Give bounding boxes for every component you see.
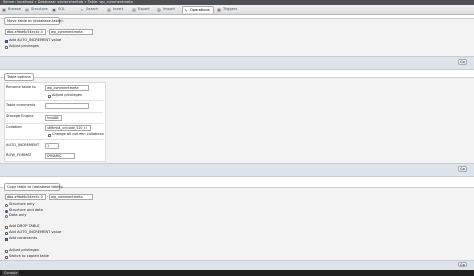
insert-icon: ▥ (107, 6, 111, 12)
tab-browse[interactable]: ▦ Browse (1, 6, 23, 13)
change-all-collations-label: Change all column collations (52, 132, 104, 136)
data-only-radio[interactable] (5, 215, 8, 218)
move-footer (0, 56, 474, 70)
console-toggle[interactable]: Console (2, 270, 20, 276)
tab-sql[interactable]: ▣ SQL (51, 6, 68, 13)
tab-triggers[interactable]: ▩ Triggers (216, 6, 241, 13)
copy-auto-increment-label: Add AUTO_INCREMENT value (9, 230, 62, 234)
add-drop-table-checkbox[interactable] (5, 226, 8, 229)
export-icon: ▧ (132, 6, 136, 12)
move-adjust-privileges-label: Adjust privileges (9, 44, 39, 48)
structure-only-radio[interactable] (5, 204, 8, 207)
tab-bar: ▦ Browse ▤ Structure ▣ SQL ⌕ Search ▥ Insert … (0, 5, 474, 15)
auto-increment-label: AUTO_INCREMENT (6, 143, 40, 147)
move-auto-increment-checkbox[interactable] (5, 40, 8, 43)
switch-to-copied-checkbox[interactable] (5, 256, 8, 259)
row-format-select[interactable]: DYNAMIC (45, 153, 75, 159)
copy-dot-separator: . (47, 194, 49, 198)
tab-insert[interactable]: ▥ Insert (106, 6, 126, 13)
copy-table-field[interactable]: wp_commentmeta (49, 194, 93, 200)
tab-import[interactable]: ▨ Import (156, 6, 180, 13)
rename-label: Rename table to (6, 85, 36, 89)
collation-label: Collation (6, 125, 22, 129)
tab-search[interactable]: ⌕ Search (79, 6, 103, 13)
move-db-field[interactable]: dbo-e9bd6c54ec4c.0 (5, 29, 46, 35)
tab-operations[interactable]: ✎ Operations (182, 6, 214, 13)
row-divider (5, 139, 103, 140)
row-divider (5, 100, 103, 101)
breadcrumb-text: Server: localhost » Database: vectorsher… (3, 0, 133, 4)
wrench-icon: ✎ (184, 7, 188, 13)
console-bar (0, 270, 474, 276)
tab-structure[interactable]: ▤ Structure (24, 6, 50, 13)
copy-adjust-privileges-label: Adjust privileges (9, 248, 39, 252)
copy-auto-increment-checkbox[interactable] (5, 232, 8, 235)
move-adjust-privileges-checkbox[interactable] (5, 46, 8, 49)
copy-go-button[interactable]: Go (458, 262, 467, 267)
structure-only-label: Structure only (9, 202, 35, 206)
change-all-collations-checkbox[interactable] (48, 134, 51, 137)
comments-field[interactable] (45, 103, 89, 109)
engine-label: Storage Engine (6, 114, 34, 118)
copy-table-legend: Copy table to (database.table): (4, 183, 63, 191)
collation-select[interactable]: utf8mb4_unicode_520_ci (45, 125, 91, 131)
move-auto-increment-label: Add AUTO_INCREMENT value (9, 38, 62, 42)
add-constraints-label: Add constraints (9, 236, 38, 240)
row-divider (5, 112, 103, 113)
triggers-icon: ▩ (217, 6, 221, 12)
move-dot-separator: . (47, 29, 49, 33)
data-only-label: Data only (9, 213, 27, 217)
row-divider (5, 123, 103, 124)
copy-db-field[interactable]: dbo-e9bd6c54ec4c.0 (5, 194, 46, 200)
rename-field[interactable]: wp_commentmeta (45, 85, 89, 91)
auto-increment-field[interactable]: 1 (45, 143, 59, 149)
tab-export[interactable]: ▧ Export (131, 6, 153, 13)
row-format-label: ROW_FORMAT (6, 153, 32, 157)
table-options-legend: Table options (4, 73, 34, 81)
sql-icon: ▣ (52, 6, 56, 12)
copy-adjust-privileges-checkbox[interactable] (5, 250, 8, 253)
engine-select[interactable]: InnoDB (45, 115, 62, 121)
options-go-button[interactable]: Go (458, 166, 467, 172)
add-constraints-checkbox[interactable] (5, 238, 8, 241)
structure-icon: ▤ (25, 6, 29, 12)
comments-label: Table comments (6, 103, 36, 107)
move-go-button[interactable]: Go (458, 59, 467, 65)
search-icon: ⌕ (80, 6, 84, 12)
import-icon: ▨ (157, 6, 161, 12)
options-footer (0, 163, 474, 177)
options-adjust-privileges-checkbox[interactable] (48, 95, 51, 98)
options-adjust-privileges-label: Adjust privileges (52, 93, 82, 97)
move-table-legend: Move table to (database.table): (4, 17, 64, 25)
add-drop-table-label: Add DROP TABLE (9, 224, 40, 228)
structure-data-radio[interactable] (5, 210, 8, 213)
move-table-field[interactable]: wp_commentmeta (49, 29, 93, 35)
browse-icon: ▦ (2, 6, 6, 12)
switch-to-copied-label: Switch to copied table (9, 254, 49, 258)
move-table-panel (0, 18, 474, 57)
